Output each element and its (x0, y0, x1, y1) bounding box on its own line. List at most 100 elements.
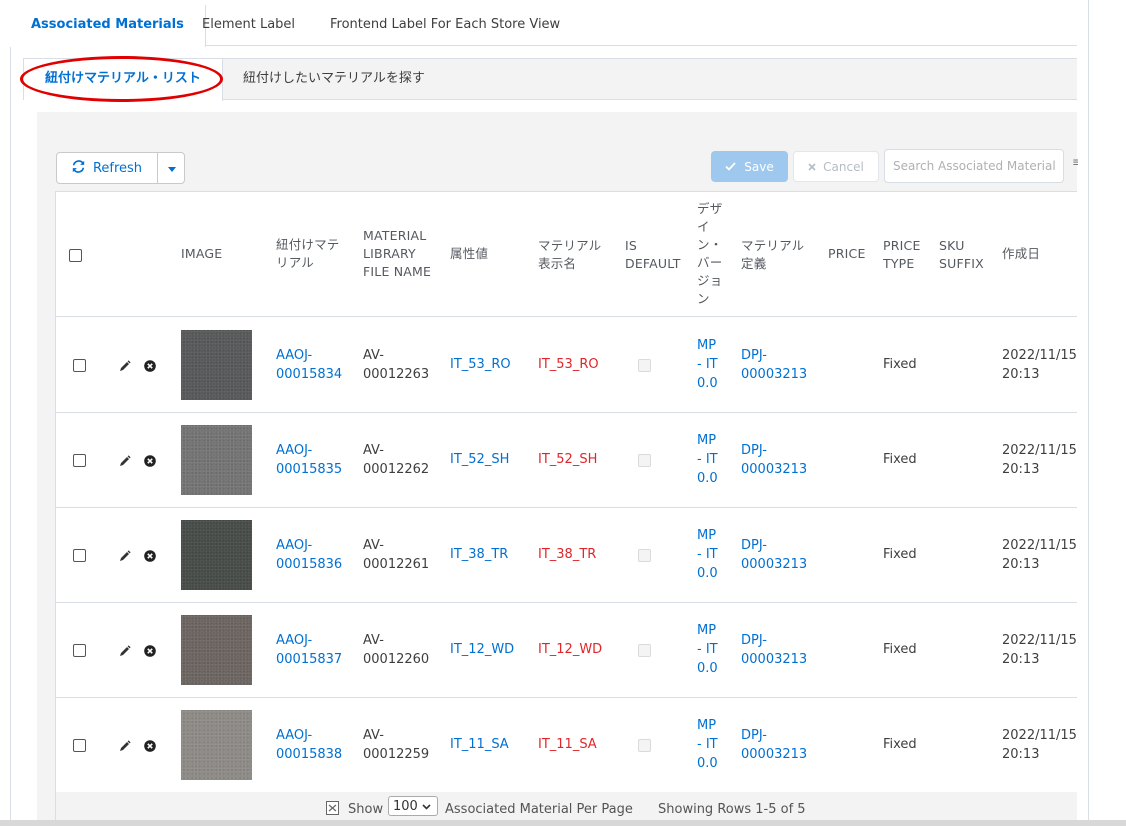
column-library-line3: FILE NAME (363, 264, 432, 279)
price-type-cell: Fixed (883, 737, 917, 752)
column-isdefault-line2: DEFAULT (625, 256, 681, 271)
tab-element-label[interactable]: Element Label (181, 5, 316, 46)
row-checkbox[interactable] (73, 359, 86, 372)
remove-circle-icon[interactable] (144, 455, 156, 467)
excel-icon[interactable] (326, 801, 339, 819)
is-default-checkbox (638, 549, 651, 562)
select-all-checkbox[interactable] (69, 249, 82, 262)
pencil-icon[interactable] (119, 455, 131, 467)
column-design-line5: ジョ (697, 273, 723, 288)
column-sku-suffix[interactable]: SKU SUFFIX (939, 235, 984, 275)
column-created-date[interactable]: 作成日 (1002, 245, 1040, 263)
per-page-label: Associated Material Per Page (445, 802, 633, 817)
column-design-line4: バー (697, 255, 723, 270)
material-link[interactable]: AAOJ- 00015838 (276, 726, 342, 764)
design-version-link[interactable]: MP - IT 0.0 (697, 526, 718, 583)
table-row: AAOJ- 00015835 AV- 00012262 IT_52_SH IT_52… (56, 413, 1077, 508)
horizontal-scrollbar[interactable] (0, 820, 1126, 826)
row-checkbox[interactable] (73, 454, 86, 467)
attribute-link[interactable]: IT_12_WD (450, 640, 514, 659)
search-icon[interactable]: ≡ (1072, 155, 1078, 169)
column-definition[interactable]: マテリアル 定義 (741, 235, 804, 275)
column-isdefault-line1: IS (625, 238, 638, 253)
material-thumbnail (181, 330, 252, 400)
refresh-button[interactable]: Refresh (57, 153, 158, 183)
is-default-checkbox (638, 644, 651, 657)
library-file-name: AV- 00012261 (363, 538, 430, 572)
chevron-down-icon (422, 799, 431, 814)
subtab-associated-list[interactable]: 紐付けマテリアル・リスト (24, 59, 223, 101)
design-version-link[interactable]: MP - IT 0.0 (697, 431, 718, 488)
display-name: IT_11_SA (538, 737, 597, 752)
definition-link[interactable]: DPJ- 00003213 (741, 441, 807, 479)
column-price[interactable]: PRICE (828, 245, 866, 263)
remove-circle-icon[interactable] (144, 360, 156, 372)
design-version-link[interactable]: MP - IT 0.0 (697, 336, 718, 393)
remove-circle-icon[interactable] (144, 740, 156, 752)
column-library-line1: MATERIAL (363, 228, 427, 243)
is-default-checkbox (638, 359, 651, 372)
row-checkbox[interactable] (73, 549, 86, 562)
column-display-name[interactable]: マテリアル 表示名 (538, 235, 601, 275)
column-design-line3: ン・ (697, 237, 723, 252)
created-date-cell: 2022/11/15 20:13 (1002, 348, 1077, 382)
attribute-link[interactable]: IT_38_TR (450, 545, 508, 564)
tab-frontend-label[interactable]: Frontend Label For Each Store View (309, 5, 581, 46)
column-attribute[interactable]: 属性値 (450, 245, 488, 263)
right-divider (1088, 0, 1089, 826)
table-row: AAOJ- 00015838 AV- 00012259 IT_11_SA IT_11… (56, 698, 1077, 793)
row-checkbox[interactable] (73, 644, 86, 657)
cancel-label: Cancel (823, 159, 864, 174)
attribute-link[interactable]: IT_52_SH (450, 450, 509, 469)
library-file-name: AV- 00012259 (363, 728, 430, 762)
pencil-icon[interactable] (119, 360, 131, 372)
column-library-file[interactable]: MATERIAL LIBRARY FILE NAME (363, 227, 431, 281)
material-link[interactable]: AAOJ- 00015834 (276, 346, 342, 384)
column-design-version[interactable]: デザ イ ン・ バー ジョ ン (697, 199, 722, 309)
column-design-line6: ン (697, 291, 710, 306)
column-is-default[interactable]: IS DEFAULT (625, 235, 681, 275)
top-tabbar: Associated Materials Element Label Front… (10, 5, 1077, 47)
price-type-cell: Fixed (883, 642, 917, 657)
per-page-select[interactable]: 100 (388, 796, 438, 816)
cancel-button[interactable]: Cancel (793, 151, 879, 182)
attribute-link[interactable]: IT_53_RO (450, 355, 511, 374)
column-material-line1: 紐付けマテ (276, 237, 340, 252)
search-input[interactable] (884, 149, 1064, 183)
pencil-icon[interactable] (119, 645, 131, 657)
refresh-menu-button[interactable] (158, 153, 185, 183)
price-type-cell: Fixed (883, 452, 917, 467)
price-type-cell: Fixed (883, 547, 917, 562)
column-price-type[interactable]: PRICE TYPE (883, 235, 921, 275)
column-material[interactable]: 紐付けマテ リアル (276, 232, 340, 276)
refresh-icon (72, 159, 85, 177)
save-button[interactable]: Save (711, 151, 788, 182)
column-image[interactable]: IMAGE (181, 245, 222, 263)
display-name: IT_12_WD (538, 642, 603, 657)
material-link[interactable]: AAOJ- 00015837 (276, 631, 342, 669)
design-version-link[interactable]: MP - IT 0.0 (697, 716, 718, 773)
row-checkbox[interactable] (73, 739, 86, 752)
design-version-link[interactable]: MP - IT 0.0 (697, 621, 718, 678)
is-default-checkbox (638, 454, 651, 467)
pencil-icon[interactable] (119, 550, 131, 562)
attribute-link[interactable]: IT_11_SA (450, 735, 509, 754)
tab-associated-materials[interactable]: Associated Materials (10, 5, 206, 47)
remove-circle-icon[interactable] (144, 550, 156, 562)
created-date-cell: 2022/11/15 20:13 (1002, 443, 1077, 477)
material-link[interactable]: AAOJ- 00015836 (276, 536, 342, 574)
remove-circle-icon[interactable] (144, 645, 156, 657)
check-icon (725, 160, 736, 174)
definition-link[interactable]: DPJ- 00003213 (741, 346, 807, 384)
subtab-find-materials[interactable]: 紐付けしたいマテリアルを探す (222, 59, 446, 99)
definition-link[interactable]: DPJ- 00003213 (741, 631, 807, 669)
definition-link[interactable]: DPJ- 00003213 (741, 536, 807, 574)
show-label: Show (348, 802, 384, 817)
material-thumbnail (181, 425, 252, 495)
pencil-icon[interactable] (119, 740, 131, 752)
close-icon (808, 160, 816, 174)
material-link[interactable]: AAOJ- 00015835 (276, 441, 342, 479)
definition-link[interactable]: DPJ- 00003213 (741, 726, 807, 764)
library-file-name: AV- 00012263 (363, 348, 430, 382)
refresh-label: Refresh (92, 160, 143, 176)
